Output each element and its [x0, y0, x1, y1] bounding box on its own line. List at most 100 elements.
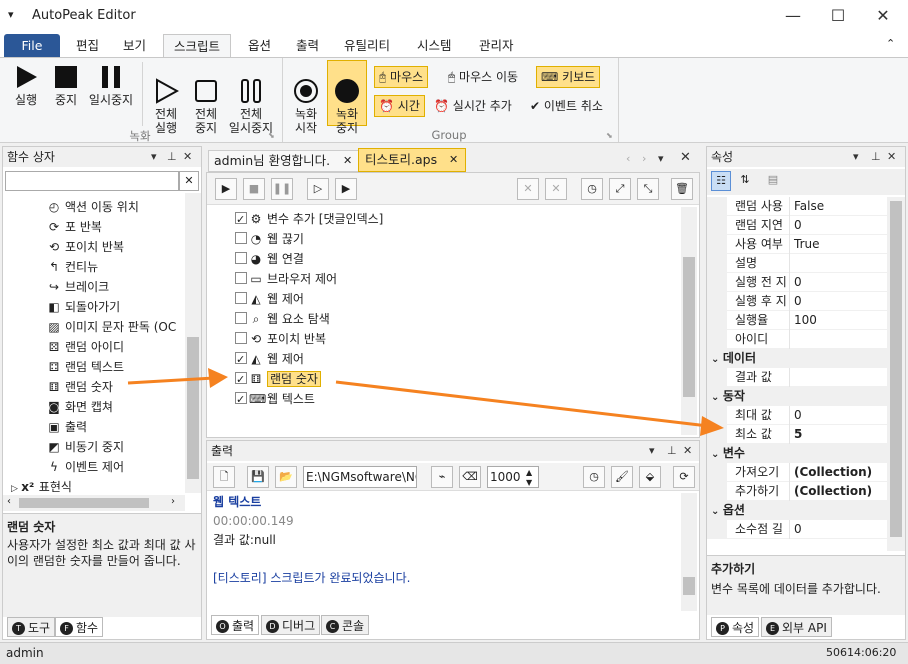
function-item[interactable]: ↰ 컨티뉴	[47, 257, 98, 277]
tab-file[interactable]: File	[4, 34, 60, 58]
tab-system[interactable]: 시스템	[407, 34, 462, 58]
function-item[interactable]: ▷ x² 표현식	[11, 477, 72, 493]
property-row[interactable]: 최소 값 5	[707, 425, 887, 444]
tab-utility[interactable]: 유틸리티	[334, 34, 400, 58]
script-item[interactable]: ⌨웹 텍스트	[235, 389, 315, 410]
scrollbar-thumb[interactable]	[890, 201, 902, 537]
time-toggle[interactable]: ⏰ 시간	[374, 95, 425, 117]
property-value[interactable]	[789, 254, 887, 273]
categorized-button[interactable]: ☷	[711, 171, 731, 191]
menu-icon[interactable]: ▾	[8, 8, 14, 21]
script-item-checkbox[interactable]	[235, 272, 247, 284]
maximize-button[interactable]: ☐	[815, 0, 861, 32]
tab-tools[interactable]: T 도구	[7, 617, 56, 637]
keyboard-toggle[interactable]: ⌨ 키보드	[536, 66, 601, 88]
disable-button[interactable]: ✕	[517, 178, 539, 200]
property-row[interactable]: 소수점 길 0	[707, 520, 887, 539]
scrollbar-thumb[interactable]	[187, 337, 199, 479]
stepper-down-icon[interactable]: ▼	[526, 473, 532, 493]
script-item[interactable]: ◭ 웹 제어	[235, 289, 304, 309]
script-item[interactable]: ▭ 브라우저 제어	[235, 269, 337, 289]
doc-tab-welcome[interactable]: admin님 환영합니다. ✕	[208, 150, 360, 172]
delete-button[interactable]: ✕	[545, 178, 567, 200]
expand-icon[interactable]: ▷	[11, 484, 21, 493]
step-button[interactable]: ▷	[307, 178, 329, 200]
tab-output[interactable]: O 출력	[211, 615, 260, 635]
function-item[interactable]: ◙ 화면 캡쳐	[47, 397, 113, 417]
function-item[interactable]: ⟳ 포 반복	[47, 217, 102, 237]
tab-view[interactable]: 보기	[113, 34, 156, 58]
property-row[interactable]: 최대 값 0	[707, 406, 887, 425]
property-row[interactable]: 실행율 100	[707, 311, 887, 330]
pin-icon[interactable]: ⊥	[667, 441, 677, 461]
property-category[interactable]: ⌄ 옵션	[707, 501, 887, 520]
property-category[interactable]: ⌄ 데이터	[707, 349, 887, 368]
property-value[interactable]: 5	[789, 425, 887, 444]
function-item[interactable]: ◩ 비동기 중지	[47, 437, 124, 457]
property-value[interactable]: 0	[789, 520, 887, 539]
time-button[interactable]: ◷	[583, 466, 605, 488]
vertical-scrollbar[interactable]	[887, 197, 905, 551]
stop-script-button[interactable]: ■	[243, 178, 265, 200]
script-item-checkbox[interactable]	[235, 390, 247, 410]
script-item[interactable]: ◕ 웹 연결	[235, 249, 304, 269]
eraser-button[interactable]: ⌫	[459, 466, 481, 488]
dropdown-icon[interactable]: ▾	[658, 152, 664, 165]
line-count-stepper[interactable]: 1000 ▲ ▼	[487, 466, 539, 488]
tab-script[interactable]: 스크립트	[163, 34, 232, 58]
output-path-input[interactable]: E:\NGMsoftware\NG	[303, 466, 417, 488]
scrollbar-thumb[interactable]	[683, 577, 695, 595]
property-value[interactable]: 0	[789, 406, 887, 425]
property-row[interactable]: 추가하기 (Collection)	[707, 482, 887, 501]
pause-script-button[interactable]: ❚❚	[271, 178, 293, 200]
tab-properties[interactable]: P 속성	[711, 617, 760, 637]
script-item[interactable]: ⚙ 변수 추가 [댓글인덱스]	[235, 209, 383, 230]
script-item[interactable]: ⟲ 포이치 반복	[235, 329, 326, 349]
script-item[interactable]: ⚅ 랜덤 숫자	[235, 369, 321, 390]
function-item[interactable]: ◴ 액션 이동 위치	[47, 197, 139, 217]
scroll-right-icon[interactable]: ›	[642, 152, 646, 165]
script-item-checkbox[interactable]	[235, 370, 247, 390]
scroll-left-icon[interactable]: ‹	[626, 152, 630, 165]
property-value[interactable]: 0	[789, 273, 887, 292]
mouse-toggle[interactable]: 🖰 마우스	[374, 66, 429, 88]
pin-icon[interactable]: ⊥	[871, 147, 881, 167]
property-row[interactable]: 결과 값	[707, 368, 887, 387]
collapse-icon[interactable]: ⌄	[707, 449, 723, 460]
property-value[interactable]: (Collection)	[789, 482, 887, 501]
close-icon[interactable]: ✕	[449, 149, 458, 171]
mouse-move-toggle[interactable]: 🖱 마우스 이동	[443, 66, 523, 88]
property-row[interactable]: 설명	[707, 254, 887, 273]
tab-functions[interactable]: F 함수	[55, 617, 104, 637]
new-file-button[interactable]: 🗋	[213, 466, 235, 488]
open-folder-button[interactable]: 📂	[275, 466, 297, 488]
save-button[interactable]: 💾	[247, 466, 269, 488]
refresh-button[interactable]: ⟳	[673, 466, 695, 488]
property-row[interactable]: 실행 전 지0	[707, 273, 887, 292]
function-item[interactable]: ◧ 되돌아가기	[47, 297, 120, 317]
run-to-button[interactable]: ▶	[335, 178, 357, 200]
pause-button[interactable]: 일시중지	[86, 64, 136, 107]
tab-console[interactable]: C 콘솔	[321, 615, 370, 635]
collapse-icon[interactable]: ⌄	[707, 506, 723, 517]
expand-button[interactable]: ⤢	[609, 178, 631, 200]
script-item[interactable]: ◔ 웹 끊기	[235, 229, 304, 249]
script-item[interactable]: ⌕ 웹 요소 탐색	[235, 309, 330, 329]
script-item-checkbox[interactable]	[235, 232, 247, 244]
close-icon[interactable]: ✕	[680, 150, 691, 165]
alphabetical-button[interactable]: ⇅	[735, 171, 755, 191]
brush-button[interactable]: 🖌	[611, 466, 633, 488]
script-item-checkbox[interactable]	[235, 292, 247, 304]
property-value[interactable]: True	[789, 235, 887, 254]
realtime-add-button[interactable]: ⏰ 실시간 추가	[429, 95, 517, 117]
trash-button[interactable]: 🗑	[671, 178, 693, 200]
dialog-launcher-icon[interactable]: ⬊	[268, 131, 275, 140]
function-item[interactable]: ▣ 출력	[47, 417, 87, 437]
property-value[interactable]: False	[789, 197, 887, 216]
property-row[interactable]: 랜덤 지연 0	[707, 216, 887, 235]
property-row[interactable]: 아이디	[707, 330, 887, 349]
close-button[interactable]: ✕	[860, 0, 906, 32]
function-item[interactable]: ⟲ 포이치 반복	[47, 237, 124, 257]
tab-edit[interactable]: 편집	[66, 34, 109, 58]
close-icon[interactable]: ✕	[343, 151, 352, 171]
